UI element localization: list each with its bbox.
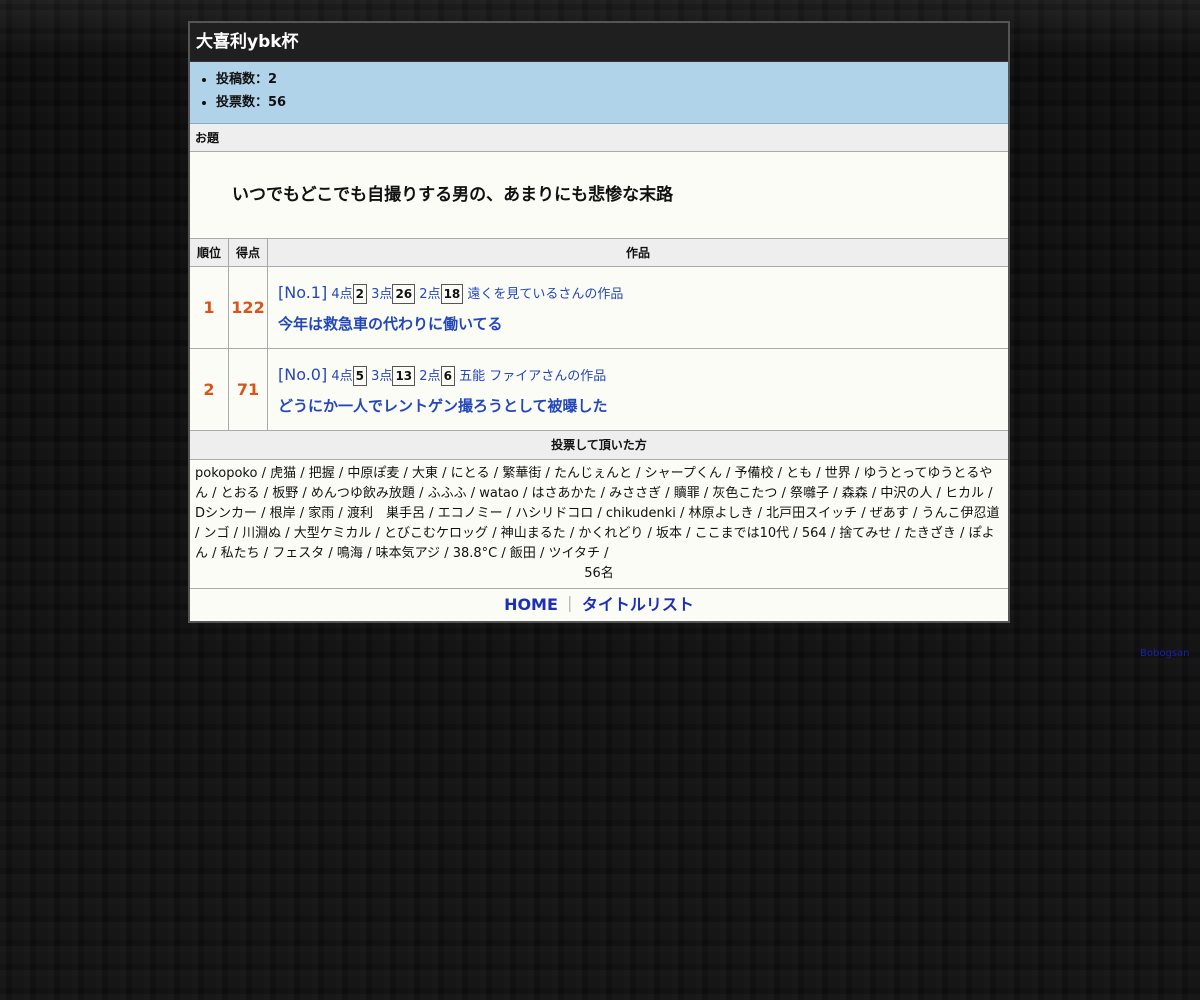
pt4-count: 2 (352, 284, 368, 304)
entry-meta: [No.1] 4点 2 3点 26 2点 18 遠くを見ているさんの作品 (278, 281, 1008, 305)
nav-separator: ｜ (561, 595, 578, 614)
work-cell: [No.1] 4点 2 3点 26 2点 18 遠くを見ているさんの作品 今年は救急車… (267, 266, 1008, 349)
entry-title: どうにか一人でレントゲン撮ろうとして被曝した (278, 397, 608, 415)
pt3-label: 3点 (371, 369, 393, 384)
rank-cell: 2 (190, 348, 229, 431)
pt4-count: 5 (352, 366, 368, 386)
rank-cell: 1 (190, 266, 229, 349)
vote-count: 投票数：56 (216, 91, 1008, 114)
contest-title: 大喜利ybk杯 (190, 23, 1008, 62)
ranking-table: 順位 得点 作品 1 122 [No.1] 4点 2 3点 26 2点 18 遠くを見… (190, 239, 1008, 431)
pt2-count: 6 (440, 366, 455, 386)
table-row: 2 71 [No.0] 4点 5 3点 13 2点 6 五能 ファイアさんの作品 どう… (190, 348, 1008, 431)
score-cell: 122 (228, 266, 268, 349)
voters-header: 投票して頂いた方 (190, 431, 1008, 460)
score-cell: 71 (228, 348, 268, 431)
post-count: 投稿数：2 (216, 68, 1008, 91)
pt3-count: 13 (392, 366, 416, 386)
entry-meta: [No.0] 4点 5 3点 13 2点 6 五能 ファイアさんの作品 (278, 363, 1008, 387)
entry-title: 今年は救急車の代わりに働いてる (278, 315, 503, 333)
entry-number: [No.1] (278, 283, 328, 302)
theme-text: いつでもどこでも自撮りする男の、あまりにも悲惨な末路 (190, 152, 1008, 239)
credit-link[interactable]: Bobogsan (1140, 648, 1189, 659)
col-score-header: 得点 (228, 239, 268, 267)
pt2-label: 2点 (419, 287, 441, 302)
entry-author: 五能 ファイアさんの作品 (459, 369, 607, 384)
entry-author: 遠くを見ているさんの作品 (467, 287, 624, 302)
home-link[interactable]: HOME (504, 595, 558, 614)
ranking-header-row: 順位 得点 作品 (190, 239, 1008, 267)
stats-box: 投稿数：2 投票数：56 (190, 62, 1008, 124)
col-rank-header: 順位 (190, 239, 229, 267)
work-cell: [No.0] 4点 5 3点 13 2点 6 五能 ファイアさんの作品 どうにか一人で… (267, 348, 1008, 431)
stats-list: 投稿数：2 投票数：56 (190, 68, 1008, 114)
voters-total: 56名 (584, 566, 614, 581)
table-row: 1 122 [No.1] 4点 2 3点 26 2点 18 遠くを見ているさんの作品 … (190, 266, 1008, 349)
contest-panel: 大喜利ybk杯 投稿数：2 投票数：56 お題 いつでもどこでも自撮りする男の、… (188, 21, 1010, 623)
col-work-header: 作品 (267, 239, 1008, 267)
pt4-label: 4点 (331, 369, 353, 384)
theme-header: お題 (190, 124, 1008, 152)
pt4-label: 4点 (331, 287, 353, 302)
pt3-label: 3点 (371, 287, 393, 302)
footer-nav: HOME ｜タイトルリスト (190, 589, 1008, 621)
voters-box: pokopoko / 虎猫 / 把握 / 中原ぽ麦 / 大東 / にとる / 繁… (190, 460, 1008, 589)
pt2-count: 18 (440, 284, 464, 304)
entry-number: [No.0] (278, 365, 328, 384)
pt3-count: 26 (392, 284, 416, 304)
voters-list: pokopoko / 虎猫 / 把握 / 中原ぽ麦 / 大東 / にとる / 繁… (195, 466, 1000, 561)
title-list-link[interactable]: タイトルリスト (582, 595, 694, 614)
pt2-label: 2点 (419, 369, 441, 384)
